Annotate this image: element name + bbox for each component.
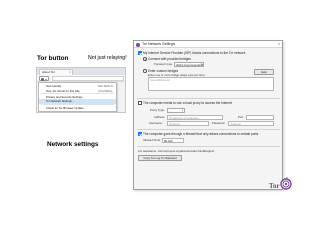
browser-toolbar — [37, 75, 125, 82]
chevron-down-icon: ▾ — [181, 109, 183, 112]
censored-checkbox[interactable] — [138, 51, 142, 55]
address-label: Address: — [154, 115, 166, 120]
port-label: Port: — [238, 115, 244, 120]
tor-logo-graphic: Tor — [269, 177, 292, 190]
proxy-label: The computer needs to use a local proxy … — [143, 100, 232, 105]
network-settings-caption: Network settings — [47, 141, 99, 148]
proxy-type-select[interactable]: - ▾ — [167, 108, 185, 113]
transport-type-label: Transport type: — [154, 62, 173, 67]
custom-bridges-textarea[interactable]: type:address:port — [148, 77, 274, 91]
menu-item-shortcut: Ctrl+Shift+L — [98, 88, 113, 93]
password-placeholder: Optional — [230, 122, 241, 126]
proxy-type-value: - — [169, 109, 170, 113]
divider — [137, 98, 280, 99]
proxy-checkbox[interactable] — [138, 101, 142, 105]
transport-type-select[interactable]: obfs4 (recommended) ▾ — [174, 62, 204, 67]
divider — [137, 129, 280, 130]
url-bar[interactable] — [52, 76, 124, 81]
menu-item-check-update[interactable]: Check for Tor Browser Update... — [39, 106, 116, 111]
menu-item-label: New Identity — [46, 84, 62, 88]
username-placeholder: Optional — [169, 122, 180, 126]
assistance-text: For assistance, visit torproject.org/abo… — [138, 149, 215, 153]
close-icon[interactable]: × — [278, 41, 280, 48]
provided-bridges-radio[interactable] — [143, 57, 147, 61]
allowed-ports-label: Allowed Ports: — [143, 138, 161, 143]
firewall-label: The computer goes through a firewall tha… — [143, 131, 259, 136]
allowed-ports-input[interactable]: 80,443 — [162, 138, 184, 143]
custom-bridges-placeholder: type:address:port — [150, 78, 171, 82]
tor-button-menu: New Identity Ctrl+Shift+U New Tor Circui… — [38, 82, 117, 112]
menu-item-label: Tor Network Settings... — [46, 99, 75, 104]
custom-bridges-hint: Enter one or more bridge relays (one per… — [148, 72, 206, 77]
menu-item-label: Check for Tor Browser Update... — [46, 105, 86, 110]
menu-item-network-settings[interactable]: Tor Network Settings... — [39, 99, 116, 104]
copy-tor-log-button[interactable]: Copy Tor Log To Clipboard — [138, 155, 182, 161]
tor-onion-icon — [136, 42, 140, 47]
allowed-ports-value: 80,443 — [164, 139, 173, 143]
browser-window: About Tor × New Identity Ctrl+Shift+U Ne… — [36, 67, 126, 113]
menu-item-label: New Tor Circuit for this Site — [46, 88, 80, 93]
username-label: Username: — [149, 121, 163, 126]
network-settings-dialog: Tor Network Settings × My Internet Servi… — [133, 40, 283, 190]
proxy-username-input[interactable]: Optional — [167, 121, 209, 126]
tab-title: About Tor — [42, 70, 55, 74]
menu-item-new-circuit[interactable]: New Tor Circuit for this Site Ctrl+Shift… — [39, 89, 116, 94]
custom-bridges-radio[interactable] — [143, 69, 147, 73]
help-button[interactable]: Help — [254, 69, 274, 75]
firewall-checkbox[interactable] — [138, 132, 142, 136]
divider — [137, 146, 280, 147]
proxy-password-input[interactable]: Optional — [228, 121, 274, 126]
tor-logo: Tor — [266, 174, 292, 198]
tab-bar: About Tor × — [37, 68, 125, 75]
address-placeholder: IP address or hostname — [169, 116, 199, 120]
proxy-port-input[interactable] — [246, 115, 274, 120]
dialog-title: Tor Network Settings — [142, 42, 176, 46]
password-label: Password: — [212, 121, 226, 126]
dialog-titlebar: Tor Network Settings × — [134, 41, 282, 48]
censored-label: My Internet Service Provider (ISP) block… — [143, 50, 246, 55]
chevron-down-icon: ▾ — [200, 63, 202, 66]
tor-button-onion-icon[interactable] — [39, 76, 49, 81]
tor-button-caption: Tor button — [37, 55, 69, 62]
proxy-type-label: Proxy Type: — [150, 108, 165, 113]
provided-bridges-label: Connect with provided bridges — [148, 56, 191, 61]
proxy-address-input[interactable]: IP address or hostname — [167, 115, 223, 120]
tor-logo-text: Tor — [269, 182, 280, 190]
relay-note: Not just relaying! — [88, 55, 127, 61]
transport-type-value: obfs4 (recommended) — [176, 63, 204, 67]
menu-item-label: Privacy and Security Settings... — [46, 94, 85, 99]
